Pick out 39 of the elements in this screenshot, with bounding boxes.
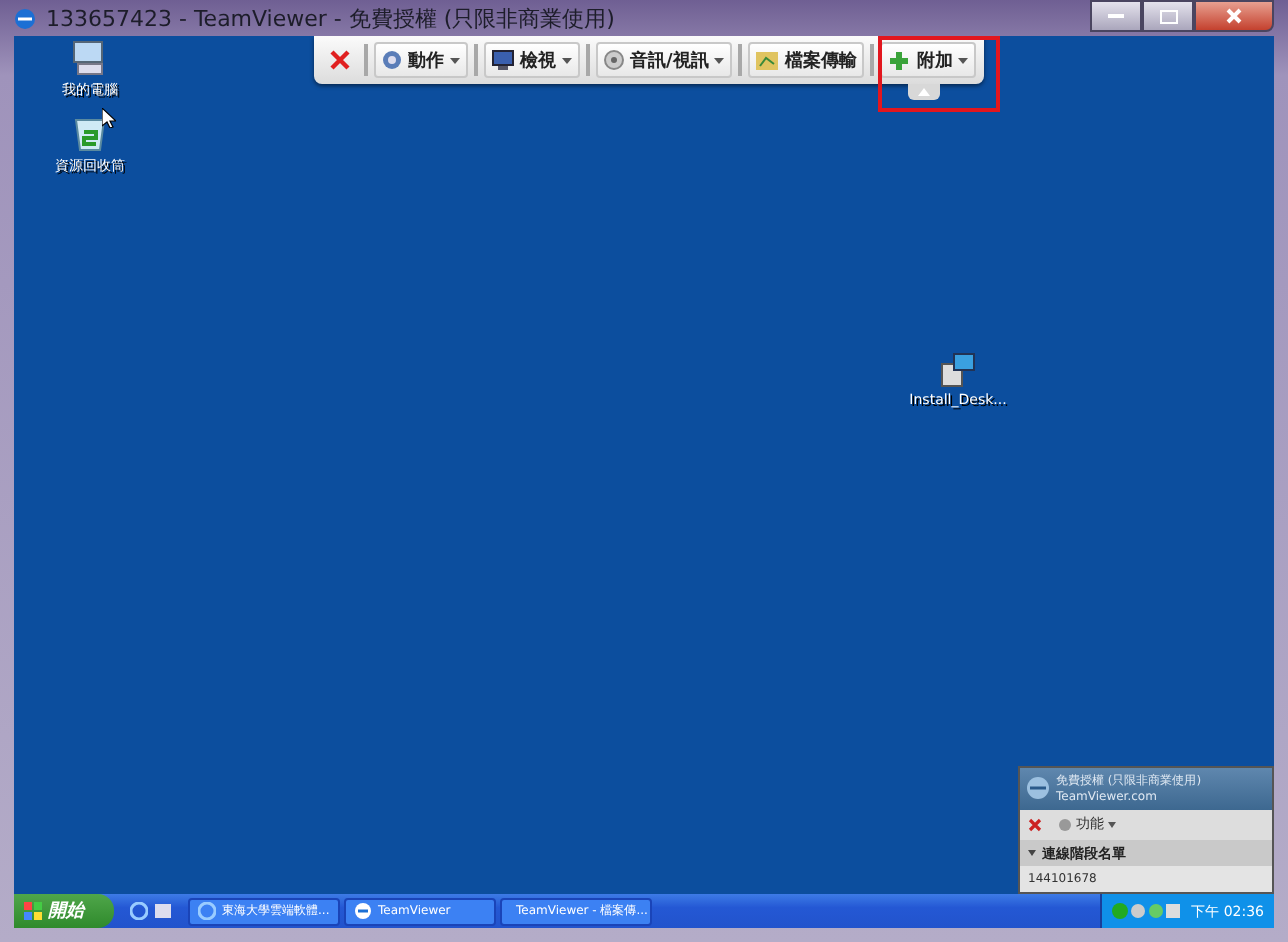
monitor-icon [492, 50, 514, 70]
close-icon [1226, 8, 1242, 24]
toolbar-collapse-handle[interactable] [908, 84, 941, 100]
caret-icon [450, 57, 460, 63]
gear-icon [1058, 817, 1072, 832]
toolbar-menu-button[interactable]: 動作 [374, 42, 468, 78]
teamviewer-icon [14, 7, 36, 29]
mouse-cursor-icon [102, 108, 116, 128]
browser-icon[interactable] [130, 902, 148, 920]
toolbar-menu-button[interactable]: 附加 [880, 42, 977, 78]
maximize-icon [1159, 9, 1177, 23]
puzzle-icon [888, 50, 911, 70]
window-title: 133657423 - TeamViewer - 免費授權 (只限非商業使用) [46, 3, 615, 33]
caret-icon [562, 57, 572, 63]
caret-icon [1108, 821, 1116, 828]
close-button[interactable] [1194, 0, 1274, 32]
caret-icon [714, 57, 725, 63]
minimize-icon [1108, 13, 1124, 19]
windows-logo-icon [24, 902, 42, 920]
caret-icon [958, 57, 969, 63]
caret-icon[interactable] [1028, 850, 1036, 857]
teamviewer-icon [354, 902, 372, 920]
recycle-bin-icon [72, 116, 108, 152]
browser-icon [198, 902, 216, 920]
minimize-button[interactable] [1090, 0, 1142, 32]
toolbar-menu-button[interactable]: 檔案傳輸 [748, 42, 865, 78]
installer-icon [940, 352, 976, 388]
teamviewer-icon [1026, 776, 1050, 801]
toolbar-menu-button[interactable]: 檢視 [484, 42, 580, 78]
highlight-frame [878, 36, 1001, 112]
folder-icon [756, 50, 779, 70]
gear-icon [382, 50, 402, 70]
toolbar-menu-button[interactable]: 音訊/視訊 [596, 42, 733, 78]
close-icon [330, 50, 350, 70]
maximize-button[interactable] [1142, 0, 1194, 32]
desktop-icon[interactable] [154, 902, 172, 920]
close-icon[interactable] [1028, 817, 1042, 832]
start-button[interactable]: 開始 [14, 894, 114, 928]
speaker-icon [604, 50, 624, 70]
